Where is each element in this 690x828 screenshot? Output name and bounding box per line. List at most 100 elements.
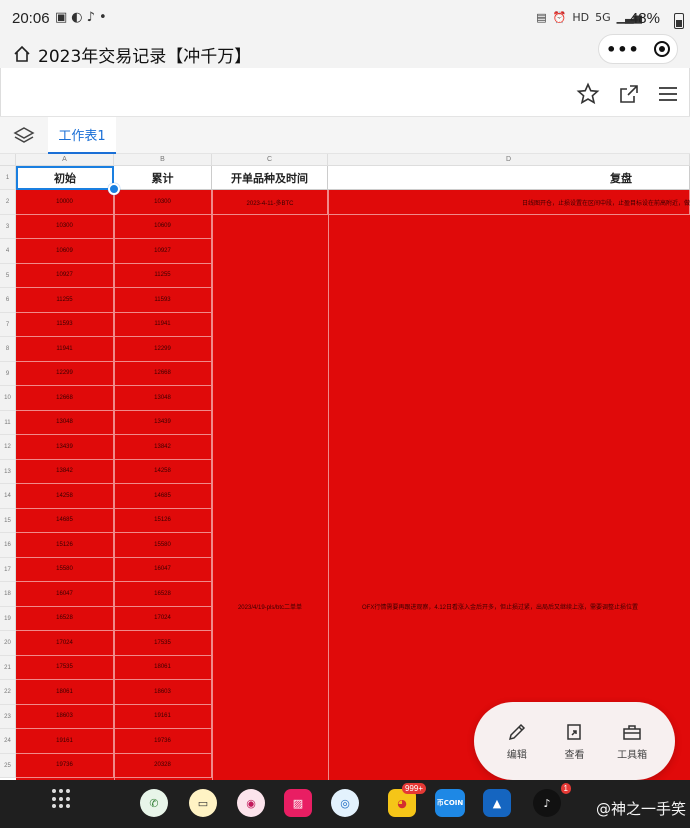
row-header[interactable]: 10 [0,386,16,411]
cell-c2[interactable]: 2023-4-11-多BTC [212,198,328,207]
column-header-d[interactable]: D [328,154,690,166]
cell-cumulative[interactable]: 17535 [114,631,212,656]
row-header[interactable]: 25 [0,753,16,778]
phone-icon[interactable]: ✆ [140,789,168,817]
app-drawer-icon[interactable] [52,789,72,809]
gallery-app-icon[interactable]: ▨ [284,789,312,817]
cell-initial[interactable]: 11941 [16,337,114,362]
row-header[interactable]: 3 [0,214,16,239]
column-header-a[interactable]: A [16,154,114,166]
row-header[interactable]: 23 [0,704,16,729]
row-header[interactable]: 14 [0,484,16,509]
row-header[interactable]: 17 [0,557,16,582]
row-header[interactable]: 7 [0,312,16,337]
row-header[interactable]: 2 [0,190,16,215]
cell-initial[interactable]: 17024 [16,631,114,656]
row-header[interactable]: 1 [0,166,16,190]
select-all-corner[interactable] [0,154,16,166]
cell-initial[interactable]: 15580 [16,557,114,582]
row-header[interactable]: 15 [0,508,16,533]
cell-cumulative[interactable]: 10300 [114,190,212,215]
cell-initial[interactable]: 13048 [16,410,114,435]
cell-cumulative[interactable]: 12299 [114,337,212,362]
cell-initial[interactable]: 16528 [16,606,114,631]
cell-initial[interactable]: 13439 [16,435,114,460]
row-header[interactable]: 5 [0,263,16,288]
row-header[interactable]: 4 [0,239,16,264]
row-header[interactable]: 20 [0,631,16,656]
header-cell-initial[interactable]: 初始 [16,166,114,190]
row-header[interactable]: 12 [0,435,16,460]
cell-initial[interactable]: 11255 [16,288,114,313]
cell-cumulative[interactable]: 15126 [114,508,212,533]
row-header[interactable]: 22 [0,680,16,705]
cell-cumulative[interactable]: 19161 [114,704,212,729]
cell-cumulative[interactable]: 11255 [114,263,212,288]
cell-initial[interactable]: 12668 [16,386,114,411]
view-button[interactable]: 查看 [549,722,599,761]
browser-icon[interactable]: ◉ [237,789,265,817]
toolbox-button[interactable]: 工具箱 [607,722,657,761]
row-header[interactable]: 9 [0,361,16,386]
cell-cumulative[interactable]: 13842 [114,435,212,460]
cell-cumulative[interactable]: 15580 [114,533,212,558]
camera-icon[interactable]: ◎ [331,789,359,817]
cell-initial[interactable]: 12299 [16,361,114,386]
more-icon[interactable]: ••• [606,40,640,59]
cell-initial[interactable]: 13842 [16,459,114,484]
spreadsheet-grid[interactable]: A B C D 初始 累计 开单品种及时间 复盘 1 2 3 4 5 6 7 8 9 10 11 12… [0,154,690,780]
row-header[interactable]: 13 [0,459,16,484]
weibo-icon[interactable]: ◕ 999+ [388,783,426,817]
cell-initial[interactable]: 11593 [16,312,114,337]
cell-initial[interactable]: 10300 [16,214,114,239]
cell-cumulative[interactable]: 14258 [114,459,212,484]
row-header[interactable]: 21 [0,655,16,680]
header-cell-instrument-time[interactable]: 开单品种及时间 [212,166,328,190]
column-header-b[interactable]: B [114,154,212,166]
cell-cumulative[interactable]: 18061 [114,655,212,680]
selection-handle[interactable] [108,183,120,195]
row-header[interactable]: 11 [0,410,16,435]
cell-cumulative[interactable]: 11593 [114,288,212,313]
cell-cumulative[interactable]: 12668 [114,361,212,386]
cell-cumulative[interactable]: 14685 [114,484,212,509]
row-header[interactable]: 24 [0,729,16,754]
messages-icon[interactable]: ▭ [189,789,217,817]
cell-cumulative[interactable]: 16047 [114,557,212,582]
cell-initial[interactable]: 16047 [16,582,114,607]
menu-icon[interactable] [656,82,680,106]
row-header[interactable]: 19 [0,606,16,631]
cell-initial[interactable]: 14685 [16,508,114,533]
cat-app-icon[interactable]: ▲ [483,789,511,817]
cell-initial[interactable]: 15126 [16,533,114,558]
cell-initial[interactable]: 10000 [16,190,114,215]
cell-initial[interactable]: 17535 [16,655,114,680]
home-icon[interactable] [12,44,32,64]
cell-cumulative[interactable]: 16528 [114,582,212,607]
header-cell-review[interactable]: 复盘 [328,166,690,190]
cell-cumulative[interactable]: 13048 [114,386,212,411]
row-header[interactable]: 18 [0,582,16,607]
cell-cumulative[interactable]: 19736 [114,729,212,754]
row-header[interactable]: 16 [0,533,16,558]
close-miniapp-icon[interactable] [653,41,670,57]
cell-initial[interactable]: 18061 [16,680,114,705]
cell-c-merged[interactable]: 2023/4/19-pls/btc二单单 [212,602,328,611]
cell-initial[interactable]: 10609 [16,239,114,264]
star-icon[interactable] [576,82,600,106]
layers-icon[interactable] [13,125,35,147]
edit-button[interactable]: 编辑 [492,722,542,761]
cell-cumulative[interactable]: 13439 [114,410,212,435]
cell-d2[interactable]: 日线图开仓，止损设置在区间中段，止盈目标设在前高附近，做完这单 [522,198,690,207]
cell-cumulative[interactable]: 18603 [114,680,212,705]
cell-initial[interactable]: 19161 [16,729,114,754]
header-cell-cumulative[interactable]: 累计 [114,166,212,190]
cell-cumulative[interactable]: 11941 [114,312,212,337]
row-header[interactable]: 6 [0,288,16,313]
cell-cumulative[interactable]: 20328 [114,753,212,778]
row-header[interactable]: 8 [0,337,16,362]
tab-sheet1[interactable]: 工作表1 [48,117,116,154]
cell-initial[interactable]: 14258 [16,484,114,509]
cell-initial[interactable]: 19736 [16,753,114,778]
cell-initial[interactable]: 18603 [16,704,114,729]
